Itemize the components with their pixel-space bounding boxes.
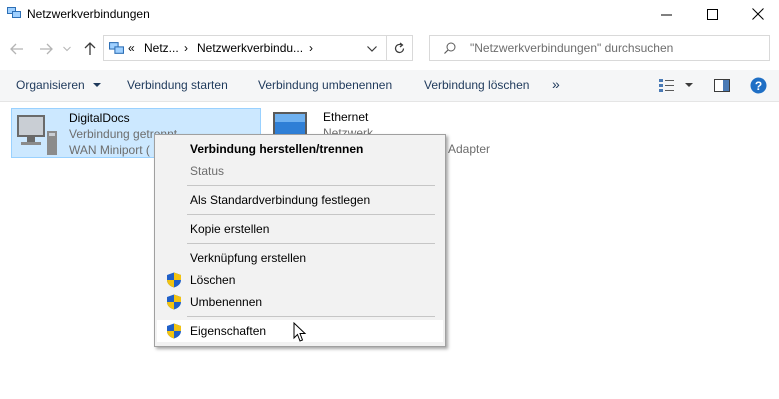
network-connections-icon bbox=[109, 42, 124, 54]
dropdown-arrow-icon bbox=[685, 83, 693, 87]
search-input[interactable]: "Netzwerkverbindungen" durchsuchen bbox=[429, 35, 770, 61]
menu-item-label: Verknüpfung erstellen bbox=[190, 251, 307, 265]
maximize-icon bbox=[706, 8, 718, 20]
uac-shield-icon bbox=[167, 272, 181, 288]
overflow-crumbs[interactable]: « bbox=[128, 41, 135, 55]
svg-text:?: ? bbox=[755, 79, 762, 93]
forward-button[interactable] bbox=[35, 38, 57, 60]
search-placeholder: "Netzwerkverbindungen" durchsuchen bbox=[470, 41, 674, 55]
breadcrumb-separator[interactable]: › bbox=[184, 41, 188, 55]
arrow-right-icon bbox=[40, 43, 53, 55]
menu-item-label: Löschen bbox=[190, 273, 236, 287]
close-icon bbox=[752, 8, 764, 20]
chevron-down-icon[interactable] bbox=[367, 46, 377, 52]
dropdown-arrow-icon bbox=[93, 83, 102, 88]
chevron-down-icon bbox=[63, 46, 71, 52]
organize-label: Organisieren bbox=[16, 78, 85, 92]
breadcrumb-separator[interactable]: › bbox=[309, 41, 313, 55]
breadcrumb-netz[interactable]: Netz... bbox=[144, 41, 179, 55]
help-button[interactable]: ? bbox=[750, 77, 767, 97]
preview-pane-button[interactable] bbox=[714, 79, 730, 95]
network-connections-icon bbox=[7, 7, 21, 18]
breadcrumb-netzwerkverbindungen[interactable]: Netzwerkverbindu... bbox=[197, 41, 303, 55]
minimize-icon bbox=[660, 14, 672, 15]
menu-item-create-shortcut[interactable]: Verknüpfung erstellen bbox=[157, 247, 443, 269]
item-device: Adapter bbox=[448, 142, 491, 156]
menu-item-label: Kopie erstellen bbox=[190, 222, 270, 236]
menu-item-copy[interactable]: Kopie erstellen bbox=[157, 218, 443, 240]
view-options-button[interactable] bbox=[659, 78, 699, 94]
item-device: WAN Miniport ( bbox=[69, 143, 150, 157]
rename-connection-button[interactable]: Verbindung umbenennen bbox=[258, 78, 392, 92]
more-commands-button[interactable]: » bbox=[552, 76, 560, 92]
refresh-button[interactable] bbox=[387, 35, 413, 61]
item-name: DigitalDocs bbox=[69, 111, 130, 125]
arrow-up-icon bbox=[84, 42, 96, 55]
wan-connection-icon bbox=[17, 115, 57, 155]
command-bar: Organisieren Verbindung starten Verbindu… bbox=[0, 70, 779, 102]
preview-pane-icon bbox=[714, 79, 730, 92]
close-button[interactable] bbox=[735, 0, 779, 28]
menu-item-set-default[interactable]: Als Standardverbindung festlegen bbox=[157, 189, 443, 211]
details-view-icon bbox=[659, 79, 674, 92]
menu-item-connect-disconnect[interactable]: Verbindung herstellen/trennen bbox=[157, 138, 443, 160]
refresh-icon bbox=[394, 42, 405, 53]
address-bar[interactable]: « Netz... › Netzwerkverbindu... › bbox=[103, 35, 387, 61]
help-icon: ? bbox=[750, 77, 767, 94]
menu-separator bbox=[187, 243, 435, 244]
window-title: Netzwerkverbindungen bbox=[27, 7, 150, 21]
menu-item-status: Status bbox=[157, 160, 443, 182]
up-button[interactable] bbox=[79, 38, 101, 60]
arrow-left-icon bbox=[10, 43, 23, 55]
back-button[interactable] bbox=[6, 38, 28, 60]
maximize-button[interactable] bbox=[689, 0, 735, 28]
uac-shield-icon bbox=[167, 294, 181, 310]
menu-item-delete[interactable]: Löschen bbox=[157, 269, 443, 291]
menu-separator bbox=[187, 185, 435, 186]
organize-menu-button[interactable]: Organisieren bbox=[16, 78, 102, 92]
context-menu: Verbindung herstellen/trennen Status Als… bbox=[154, 134, 446, 347]
start-connection-button[interactable]: Verbindung starten bbox=[127, 78, 228, 92]
uac-shield-icon bbox=[167, 323, 181, 339]
mouse-cursor-icon bbox=[293, 322, 307, 342]
menu-separator bbox=[187, 214, 435, 215]
minimize-button[interactable] bbox=[643, 0, 689, 28]
menu-item-rename[interactable]: Umbenennen bbox=[157, 291, 443, 313]
title-bar: Netzwerkverbindungen bbox=[0, 0, 779, 28]
item-name: Ethernet bbox=[323, 110, 369, 124]
menu-item-label: Status bbox=[190, 164, 225, 178]
menu-separator bbox=[187, 316, 435, 317]
delete-connection-button[interactable]: Verbindung löschen bbox=[424, 78, 529, 92]
recent-locations-button[interactable] bbox=[60, 38, 74, 60]
search-icon bbox=[444, 42, 456, 54]
menu-item-label: Eigenschaften bbox=[190, 324, 267, 338]
menu-item-label: Verbindung herstellen/trennen bbox=[190, 142, 364, 156]
menu-item-label: Umbenennen bbox=[190, 295, 263, 309]
menu-item-label: Als Standardverbindung festlegen bbox=[190, 193, 371, 207]
